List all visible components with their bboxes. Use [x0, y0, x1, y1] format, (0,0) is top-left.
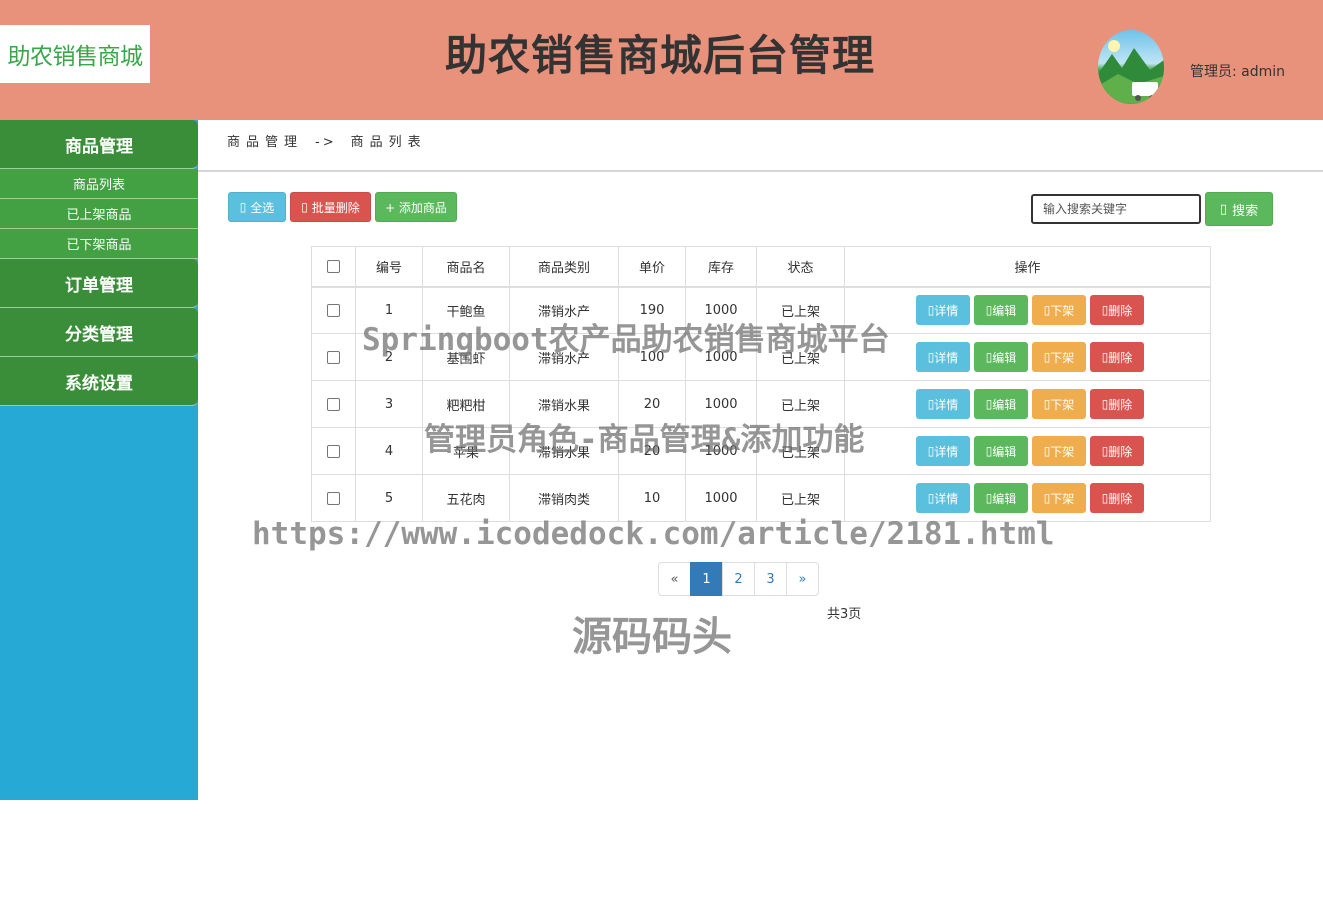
add-product-button[interactable]: + 添加商品 [375, 192, 457, 222]
offshelf-button[interactable]: ▯ 下架 [1032, 483, 1086, 513]
site-logo[interactable]: 助农销售商城 [0, 25, 150, 83]
watermark-brand: 源码码头 [572, 614, 732, 660]
cell-actions: ▯ 详情 ▯ 编辑 ▯ 下架 ▯ 删除 [844, 380, 1211, 428]
table-row: 5 五花肉 滞销肉类 10 1000 已上架 ▯ 详情 ▯ 编辑 ▯ 下架 ▯ 删除 [311, 474, 1211, 522]
logo-text: 助农销售商城 [7, 44, 144, 70]
admin-username: 管理员: admin [1190, 64, 1286, 80]
watermark-subtitle: 管理员角色-商品管理&添加功能 [424, 422, 865, 458]
cell-actions: ▯ 详情 ▯ 编辑 ▯ 下架 ▯ 删除 [844, 427, 1211, 475]
detail-button[interactable]: ▯ 详情 [916, 483, 970, 513]
edit-button[interactable]: ▯ 编辑 [974, 436, 1028, 466]
column-header-id: 编号 [355, 246, 423, 288]
edit-button[interactable]: ▯ 编辑 [974, 389, 1028, 419]
product-table: 编号 商品名 商品类别 单价 库存 状态 操作 1 干鲍鱼 滞销水产 190 1… [311, 246, 1211, 522]
page-total: 共3页 [827, 607, 862, 622]
delete-button[interactable]: ▯ 删除 [1090, 342, 1144, 372]
check-icon: ▯ [239, 200, 247, 214]
page-button-1[interactable]: 1 [690, 562, 723, 596]
sidebar: 商品管理 商品列表 已上架商品 已下架商品 订单管理 分类管理 系统设置 [0, 120, 198, 800]
row-select[interactable] [311, 427, 356, 475]
offshelf-button[interactable]: ▯ 下架 [1032, 389, 1086, 419]
cell-actions: ▯ 详情 ▯ 编辑 ▯ 下架 ▯ 删除 [844, 333, 1211, 381]
header-select-all[interactable] [311, 246, 356, 288]
column-header-stock: 库存 [685, 246, 757, 288]
delete-button[interactable]: ▯ 删除 [1090, 295, 1144, 326]
admin-avatar[interactable] [1098, 30, 1164, 104]
checkbox[interactable] [327, 444, 340, 458]
offshelf-button[interactable]: ▯ 下架 [1032, 295, 1086, 326]
delete-button[interactable]: ▯ 删除 [1090, 436, 1144, 466]
checkbox[interactable] [327, 259, 340, 273]
row-select[interactable] [311, 380, 356, 428]
menu-order-management[interactable]: 订单管理 [0, 259, 198, 308]
delete-button[interactable]: ▯ 删除 [1090, 483, 1144, 513]
watermark-url: https://www.icodedock.com/article/2181.h… [252, 516, 1055, 552]
cell-id: 5 [355, 474, 423, 522]
cell-status: 已上架 [756, 474, 845, 522]
detail-button[interactable]: ▯ 详情 [916, 342, 970, 372]
column-header-category: 商品类别 [509, 246, 619, 288]
column-header-name: 商品名 [422, 246, 510, 288]
offshelf-button[interactable]: ▯ 下架 [1032, 342, 1086, 372]
search-icon: ▯ [1219, 201, 1228, 217]
checkbox[interactable] [327, 491, 340, 505]
cell-category: 滞销肉类 [509, 474, 619, 522]
edit-button[interactable]: ▯ 编辑 [974, 342, 1028, 372]
breadcrumb-separator: -> [315, 135, 337, 150]
breadcrumb-parent[interactable]: 商品管理 [227, 135, 303, 150]
page-button-3[interactable]: 3 [754, 562, 787, 596]
page-prev-button[interactable]: « [658, 562, 691, 596]
detail-button[interactable]: ▯ 详情 [916, 436, 970, 466]
row-select[interactable] [311, 474, 356, 522]
menu-item-product-list[interactable]: 商品列表 [0, 169, 198, 199]
checkbox[interactable] [327, 303, 340, 317]
table-header-row: 编号 商品名 商品类别 单价 库存 状态 操作 [311, 246, 1211, 288]
pagination: « 1 2 3 » [658, 562, 819, 596]
offshelf-button[interactable]: ▯ 下架 [1032, 436, 1086, 466]
watermark-title: Springboot农产品助农销售商城平台 [362, 322, 890, 358]
edit-button[interactable]: ▯ 编辑 [974, 483, 1028, 513]
checkbox[interactable] [327, 350, 340, 364]
delete-button[interactable]: ▯ 删除 [1090, 389, 1144, 419]
cell-id: 4 [355, 427, 423, 475]
cell-actions: ▯ 详情 ▯ 编辑 ▯ 下架 ▯ 删除 [844, 286, 1211, 334]
divider [198, 170, 1323, 172]
batch-delete-button[interactable]: ▯ 批量删除 [290, 192, 371, 222]
breadcrumb-current: 商品列表 [350, 135, 427, 150]
search-input[interactable] [1031, 194, 1201, 224]
cell-id: 3 [355, 380, 423, 428]
cell-stock: 1000 [685, 474, 757, 522]
select-all-button[interactable]: ▯ 全选 [228, 192, 286, 222]
breadcrumb: 商品管理 -> 商品列表 [227, 131, 427, 150]
column-header-price: 单价 [618, 246, 686, 288]
cell-name: 五花肉 [422, 474, 510, 522]
cell-price: 10 [618, 474, 686, 522]
cell-actions: ▯ 详情 ▯ 编辑 ▯ 下架 ▯ 删除 [844, 474, 1211, 522]
row-select[interactable] [311, 333, 356, 381]
checkbox[interactable] [327, 397, 340, 411]
detail-button[interactable]: ▯ 详情 [916, 389, 970, 419]
app-title: 助农销售商城后台管理 [444, 31, 875, 80]
top-header: 助农销售商城 助农销售商城后台管理 管理员: admin [0, 0, 1323, 120]
edit-button[interactable]: ▯ 编辑 [974, 295, 1028, 326]
detail-button[interactable]: ▯ 详情 [916, 295, 970, 326]
menu-item-on-shelf[interactable]: 已上架商品 [0, 199, 198, 229]
page-next-button[interactable]: » [786, 562, 819, 596]
search-button[interactable]: ▯ 搜索 [1205, 192, 1273, 226]
row-select[interactable] [311, 286, 356, 334]
column-header-actions: 操作 [844, 246, 1211, 288]
menu-item-off-shelf[interactable]: 已下架商品 [0, 229, 198, 259]
menu-system-settings[interactable]: 系统设置 [0, 357, 198, 406]
column-header-status: 状态 [756, 246, 845, 288]
page-button-2[interactable]: 2 [722, 562, 755, 596]
trash-icon: ▯ [301, 200, 308, 214]
menu-category-management[interactable]: 分类管理 [0, 308, 198, 357]
menu-product-management[interactable]: 商品管理 [0, 120, 198, 169]
